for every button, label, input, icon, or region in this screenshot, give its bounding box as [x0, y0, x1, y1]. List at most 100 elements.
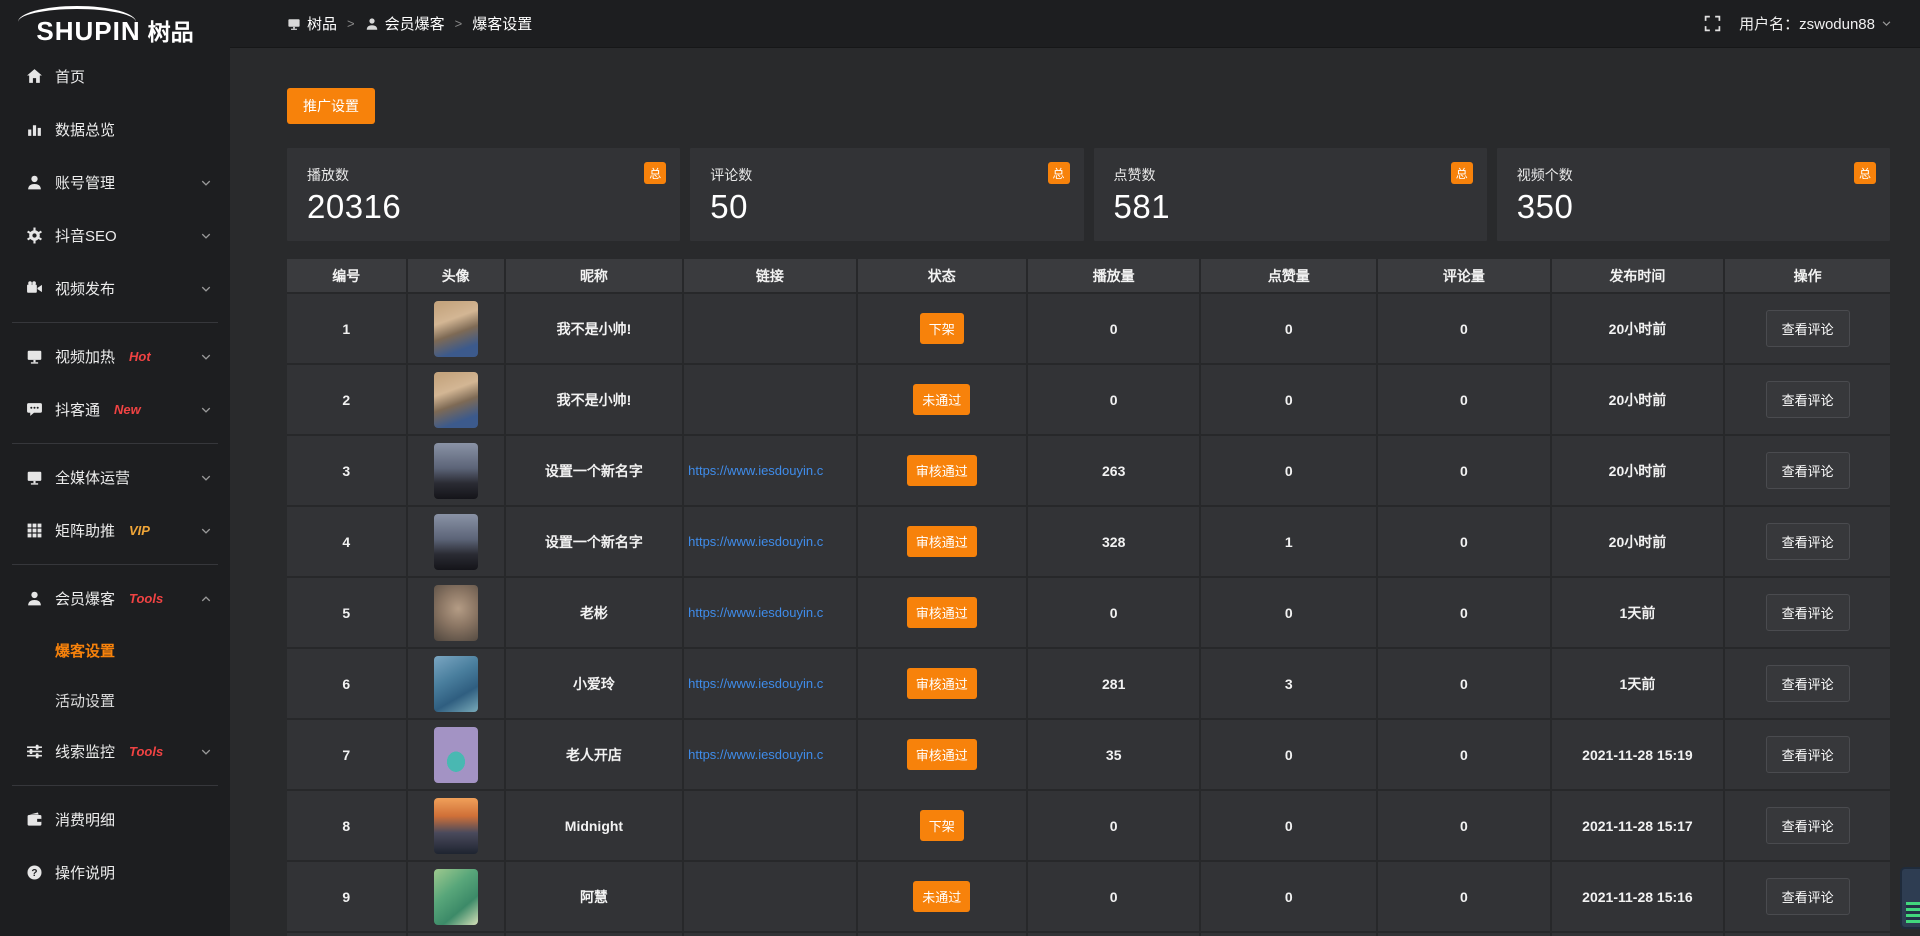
video-link[interactable]: https://www.iesdouyin.c: [688, 747, 823, 762]
sidebar-item-home[interactable]: 首页: [0, 50, 230, 103]
chevron-down-icon: [200, 404, 212, 416]
sidebar-item-doukotong[interactable]: 抖客通New: [0, 383, 230, 436]
cell-status: 未通过: [858, 365, 1026, 434]
avatar[interactable]: [434, 585, 478, 641]
cell-publish-time: 20小时前: [1552, 436, 1724, 505]
promotion-settings-button[interactable]: 推广设置: [287, 88, 375, 124]
view-comments-button[interactable]: 查看评论: [1766, 310, 1850, 347]
user-icon: [365, 17, 379, 31]
stat-card: 评论数50总: [690, 148, 1083, 241]
avatar[interactable]: [434, 798, 478, 854]
grid-icon: [26, 522, 43, 539]
status-badge[interactable]: 下架: [920, 810, 964, 841]
breadcrumb-separator: >: [347, 16, 355, 31]
column-header: 链接: [684, 259, 856, 292]
sidebar-item-consumption-details[interactable]: 消费明细: [0, 793, 230, 846]
video-link[interactable]: https://www.iesdouyin.c: [688, 463, 823, 478]
stat-card: 播放数20316总: [287, 148, 680, 241]
chat-icon: [26, 401, 43, 418]
avatar[interactable]: [434, 443, 478, 499]
column-header: 编号: [287, 259, 406, 292]
avatar[interactable]: [434, 656, 478, 712]
monitor-icon: [287, 17, 301, 31]
cell-number: 8: [287, 791, 406, 860]
sidebar-item-tag: New: [114, 402, 141, 417]
sidebar-item-video-heat[interactable]: 视频加热Hot: [0, 330, 230, 383]
status-badge[interactable]: 下架: [920, 313, 964, 344]
view-comments-button[interactable]: 查看评论: [1766, 878, 1850, 915]
sidebar-item-member-baoke[interactable]: 会员爆客Tools: [0, 572, 230, 625]
table-row: 2我不是小帅!未通过00020小时前查看评论: [287, 365, 1890, 434]
status-badge[interactable]: 审核通过: [907, 597, 977, 628]
view-comments-button[interactable]: 查看评论: [1766, 594, 1850, 631]
video-link[interactable]: https://www.iesdouyin.c: [688, 605, 823, 620]
status-badge[interactable]: 审核通过: [907, 455, 977, 486]
cell-likes: 0: [1201, 720, 1376, 789]
sidebar-item-video-publish[interactable]: 视频发布: [0, 262, 230, 315]
sidebar-item-matrix-boost[interactable]: 矩阵助推VIP: [0, 504, 230, 557]
sidebar-item-clue-monitor[interactable]: 线索监控Tools: [0, 725, 230, 778]
chevron-down-icon: [200, 177, 212, 189]
cell-comments: 0: [1378, 649, 1550, 718]
sliders-icon: [26, 743, 43, 760]
sidebar-item-all-media-operation[interactable]: 全媒体运营: [0, 451, 230, 504]
sidebar-item-douyin-seo[interactable]: 抖音SEO: [0, 209, 230, 262]
status-badge[interactable]: 审核通过: [907, 739, 977, 770]
sidebar-subitem-activity-settings[interactable]: 活动设置: [0, 675, 230, 725]
view-comments-button[interactable]: 查看评论: [1766, 523, 1850, 560]
breadcrumb-item-baoke-settings[interactable]: 爆客设置: [472, 13, 532, 34]
wallet-icon: [26, 811, 43, 828]
fullscreen-icon[interactable]: [1704, 15, 1721, 32]
cell-number: 3: [287, 436, 406, 505]
stat-card-label: 视频个数: [1517, 165, 1870, 185]
avatar[interactable]: [434, 869, 478, 925]
sidebar-item-label: 矩阵助推: [55, 520, 115, 541]
sidebar-item-label: 消费明细: [55, 809, 115, 830]
video-link[interactable]: https://www.iesdouyin.c: [688, 534, 823, 549]
table-row: 5老彬https://www.iesdouyin.c审核通过0001天前查看评论: [287, 578, 1890, 647]
cell-comments: 0: [1378, 436, 1550, 505]
status-badge[interactable]: 审核通过: [907, 526, 977, 557]
sidebar-subitem-baoke-settings[interactable]: 爆客设置: [0, 625, 230, 675]
status-badge[interactable]: 审核通过: [907, 668, 977, 699]
status-badge[interactable]: 未通过: [913, 881, 970, 912]
cell-plays: 263: [1028, 436, 1200, 505]
view-comments-button[interactable]: 查看评论: [1766, 452, 1850, 489]
avatar[interactable]: [434, 727, 478, 783]
stat-card-value: 20316: [307, 188, 660, 226]
cell-nickname: 老彬: [506, 578, 682, 647]
breadcrumb-label: 爆客设置: [472, 13, 532, 34]
app-root: SHUPIN 树品 首页数据总览账号管理抖音SEO视频发布视频加热Hot抖客通N…: [0, 0, 1920, 936]
stat-card-value: 350: [1517, 188, 1870, 226]
view-comments-button[interactable]: 查看评论: [1766, 665, 1850, 702]
avatar[interactable]: [434, 372, 478, 428]
cell-link: https://www.iesdouyin.c: [684, 649, 856, 718]
sidebar-item-account-management[interactable]: 账号管理: [0, 156, 230, 209]
floating-widget[interactable]: [1900, 867, 1920, 929]
cell-status: 审核通过: [858, 578, 1026, 647]
cell-plays: 0: [1028, 294, 1200, 363]
avatar[interactable]: [434, 301, 478, 357]
view-comments-button[interactable]: 查看评论: [1766, 736, 1850, 773]
chevron-down-icon: [200, 283, 212, 295]
chevron-down-icon: [200, 472, 212, 484]
cell-action: 查看评论: [1725, 720, 1890, 789]
status-badge[interactable]: 未通过: [913, 384, 970, 415]
cell-likes: 0: [1201, 578, 1376, 647]
sidebar-item-data-overview[interactable]: 数据总览: [0, 103, 230, 156]
sidebar-item-tag: Tools: [129, 591, 163, 606]
avatar[interactable]: [434, 514, 478, 570]
sidebar-nav: 首页数据总览账号管理抖音SEO视频发布视频加热Hot抖客通New全媒体运营矩阵助…: [0, 48, 230, 899]
view-comments-button[interactable]: 查看评论: [1766, 807, 1850, 844]
chevron-down-icon: [200, 525, 212, 537]
view-comments-button[interactable]: 查看评论: [1766, 381, 1850, 418]
svg-text:?: ?: [31, 868, 37, 879]
breadcrumb-item-shupin[interactable]: 树品: [287, 13, 337, 34]
breadcrumb-item-member-baoke[interactable]: 会员爆客: [365, 13, 445, 34]
video-link[interactable]: https://www.iesdouyin.c: [688, 676, 823, 691]
sidebar-item-label: 线索监控: [55, 741, 115, 762]
sidebar-item-operation-guide[interactable]: ?操作说明: [0, 846, 230, 899]
cell-link: [684, 862, 856, 931]
cell-plays: 35: [1028, 720, 1200, 789]
user-menu[interactable]: 用户名：zswodun88: [1739, 13, 1892, 34]
